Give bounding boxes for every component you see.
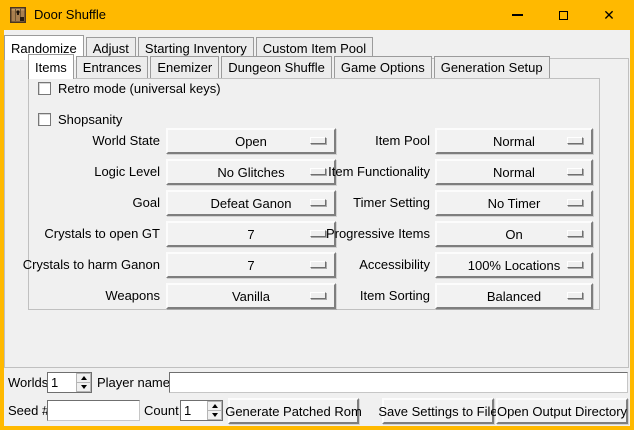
crystals-ganon-label: Crystals to harm Ganon <box>4 252 160 278</box>
seed-input[interactable] <box>47 400 140 421</box>
item-sorting-dropdown[interactable]: Balanced <box>435 283 593 309</box>
logic-level-value: No Glitches <box>217 165 284 180</box>
spin-up-icon[interactable] <box>76 373 91 383</box>
subtab-items[interactable]: Items <box>28 54 74 79</box>
dropdown-indicator-icon <box>567 137 583 144</box>
seed-label: Seed # <box>8 398 49 424</box>
close-button[interactable]: ✕ <box>586 0 632 30</box>
shopsanity-label: Shopsanity <box>58 112 122 127</box>
dropdown-indicator-icon <box>567 292 583 299</box>
item-functionality-value: Normal <box>493 165 535 180</box>
retro-mode-label: Retro mode (universal keys) <box>58 81 221 96</box>
crystals-gt-label: Crystals to open GT <box>4 221 160 247</box>
crystals-ganon-value: 7 <box>247 258 254 273</box>
world-state-value: Open <box>235 134 267 149</box>
world-state-label: World State <box>4 128 160 154</box>
progressive-items-dropdown[interactable]: On <box>435 221 593 247</box>
accessibility-label: Accessibility <box>294 252 430 278</box>
crystals-gt-value: 7 <box>247 227 254 242</box>
shopsanity-checkbox[interactable] <box>38 113 51 126</box>
count-spinbox[interactable] <box>180 400 223 421</box>
open-output-directory-button[interactable]: Open Output Directory <box>496 398 628 424</box>
item-sorting-label: Item Sorting <box>294 283 430 309</box>
timer-setting-dropdown[interactable]: No Timer <box>435 190 593 216</box>
item-pool-label: Item Pool <box>294 128 430 154</box>
count-input[interactable] <box>181 401 207 420</box>
dropdown-indicator-icon <box>567 230 583 237</box>
close-icon: ✕ <box>603 8 615 22</box>
item-sorting-value: Balanced <box>487 289 541 304</box>
item-pool-value: Normal <box>493 134 535 149</box>
worlds-label: Worlds <box>8 372 48 393</box>
save-settings-button[interactable]: Save Settings to File <box>382 398 494 424</box>
maximize-icon <box>559 11 568 20</box>
maximize-button[interactable] <box>540 0 586 30</box>
item-pool-dropdown[interactable]: Normal <box>435 128 593 154</box>
subtab-enemizer[interactable]: Enemizer <box>150 56 219 78</box>
weapons-label: Weapons <box>4 283 160 309</box>
spin-down-icon[interactable] <box>207 411 222 420</box>
subtab-game-options[interactable]: Game Options <box>334 56 432 78</box>
spin-down-icon[interactable] <box>76 383 91 392</box>
subtab-dungeon-shuffle[interactable]: Dungeon Shuffle <box>221 56 332 78</box>
dropdown-indicator-icon <box>567 199 583 206</box>
client-area: Randomize Adjust Starting Inventory Cust… <box>4 30 630 426</box>
door-app-icon <box>10 7 26 23</box>
minimize-button[interactable] <box>494 0 540 30</box>
count-label: Count <box>144 398 179 424</box>
player-names-label: Player names <box>97 372 176 393</box>
retro-mode-checkbox[interactable] <box>38 82 51 95</box>
item-functionality-dropdown[interactable]: Normal <box>435 159 593 185</box>
player-names-input[interactable] <box>169 372 628 393</box>
dropdown-indicator-icon <box>567 261 583 268</box>
app-window: Door Shuffle ✕ Randomize Adjust Starting… <box>0 0 634 430</box>
accessibility-value: 100% Locations <box>468 258 561 273</box>
progressive-items-value: On <box>505 227 522 242</box>
goal-label: Goal <box>4 190 160 216</box>
progressive-items-label: Progressive Items <box>294 221 430 247</box>
sub-tab-bar: Items Entrances Enemizer Dungeon Shuffle… <box>28 56 552 78</box>
timer-setting-label: Timer Setting <box>294 190 430 216</box>
minimize-icon <box>512 14 523 16</box>
timer-setting-value: No Timer <box>488 196 541 211</box>
dropdown-indicator-icon <box>567 168 583 175</box>
window-controls: ✕ <box>494 0 632 30</box>
logic-level-label: Logic Level <box>4 159 160 185</box>
generate-patched-rom-button[interactable]: Generate Patched Rom <box>228 398 359 424</box>
window-title: Door Shuffle <box>34 0 106 30</box>
subtab-generation-setup[interactable]: Generation Setup <box>434 56 550 78</box>
weapons-value: Vanilla <box>232 289 270 304</box>
accessibility-dropdown[interactable]: 100% Locations <box>435 252 593 278</box>
spin-up-icon[interactable] <box>207 401 222 411</box>
worlds-input[interactable] <box>48 373 76 392</box>
item-functionality-label: Item Functionality <box>294 159 430 185</box>
subtab-entrances[interactable]: Entrances <box>76 56 149 78</box>
worlds-spinbox[interactable] <box>47 372 92 393</box>
goal-value: Defeat Ganon <box>211 196 292 211</box>
title-bar: Door Shuffle ✕ <box>0 0 634 30</box>
